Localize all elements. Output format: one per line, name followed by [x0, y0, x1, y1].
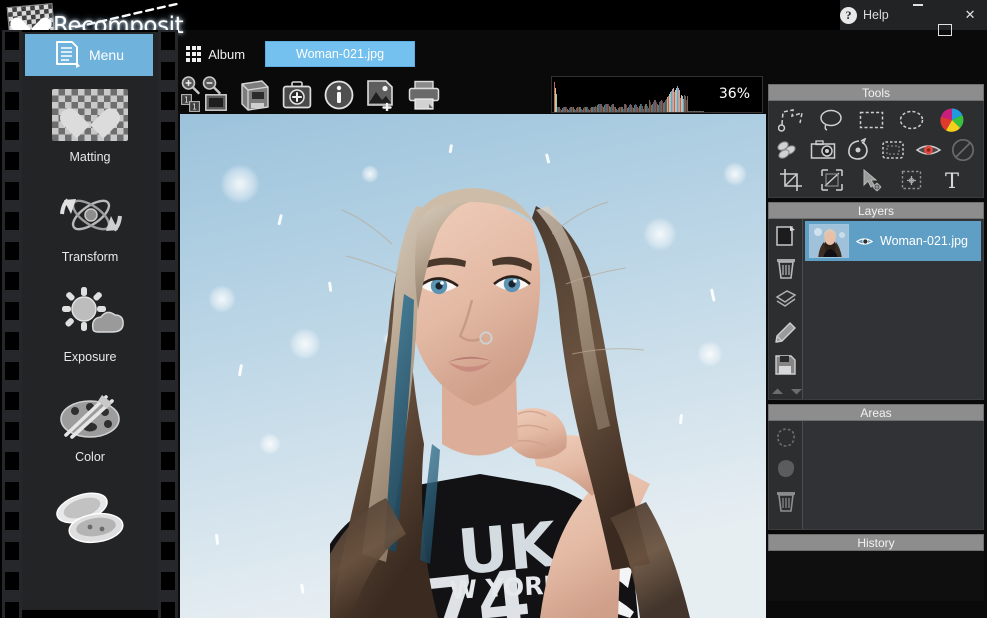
layer-name: Woman-021.jpg — [880, 234, 969, 248]
areas-list[interactable] — [802, 421, 983, 529]
sidebar-item-label: Transform — [61, 250, 119, 264]
delete-area-icon[interactable] — [775, 489, 797, 513]
red-eye-tool[interactable] — [912, 137, 944, 163]
history-panel[interactable] — [768, 551, 984, 601]
text-tool[interactable]: T — [933, 167, 970, 193]
sidebar-item-transform[interactable]: Transform — [22, 182, 158, 282]
duplicate-layer-icon[interactable] — [772, 287, 800, 313]
rotate-arrows-icon — [53, 182, 127, 248]
album-button[interactable]: Album — [180, 43, 251, 64]
image-canvas[interactable]: 74 UK W YORK — [180, 114, 766, 618]
area-filled-icon[interactable] — [774, 458, 798, 480]
sidebar-item-color[interactable]: Color — [22, 382, 158, 482]
window-controls: ? Help ✕ — [839, 0, 987, 36]
left-sidebar: Menu Matting Transform Exposure Color — [0, 30, 178, 618]
tab-active-file[interactable]: Woman-021.jpg — [265, 41, 416, 67]
tools-row — [773, 107, 979, 133]
layers-panel: Woman-021.jpg — [768, 219, 984, 400]
clone-stamp-tool[interactable] — [773, 137, 805, 163]
first-aid-kit-icon[interactable] — [282, 80, 312, 110]
sidebar-item-retouch[interactable] — [22, 482, 158, 552]
menu-label: Menu — [88, 47, 125, 63]
ellipse-select-tool[interactable] — [893, 107, 930, 133]
new-layer-icon[interactable] — [772, 223, 800, 249]
title-bar: Recomposit ? Help ✕ — [0, 0, 987, 41]
layers-list[interactable]: Woman-021.jpg — [802, 219, 983, 399]
sidebar-panel: Menu Matting Transform Exposure Color — [22, 32, 158, 610]
sidebar-item-label: Color — [75, 450, 105, 464]
actual-size-icon-secondary[interactable]: 1 — [189, 101, 200, 112]
right-panel-column: Tools T Layers Woman-021.jpg Areas Histo… — [768, 84, 984, 618]
sidebar-item-matting[interactable]: Matting — [22, 82, 158, 182]
makeup-compact-icon — [48, 482, 132, 548]
sidebar-item-label: Exposure — [63, 350, 117, 364]
palette-brushes-icon — [50, 382, 130, 448]
sidebar-item-label: Matting — [69, 150, 111, 164]
help-label: Help — [862, 8, 889, 22]
rectangle-select-tool[interactable] — [853, 107, 890, 133]
area-outline-icon[interactable] — [774, 427, 798, 449]
disabled-tool[interactable] — [947, 137, 979, 163]
areas-toolbar — [769, 421, 802, 529]
help-button[interactable]: ? Help — [839, 6, 889, 24]
delete-layer-icon[interactable] — [772, 255, 800, 281]
eye-icon[interactable] — [856, 236, 873, 247]
areas-panel — [768, 421, 984, 530]
info-icon[interactable] — [324, 80, 354, 110]
tools-row — [773, 137, 979, 163]
list-item[interactable]: Woman-021.jpg — [805, 221, 981, 261]
magic-wand-tool[interactable] — [843, 137, 875, 163]
freehand-lasso-tool[interactable] — [813, 107, 850, 133]
move-layer-up-icon[interactable] — [771, 387, 784, 396]
move-tool[interactable] — [853, 167, 890, 193]
tools-panel-title: Tools — [768, 84, 984, 101]
magnetic-select-tool[interactable] — [877, 137, 909, 163]
filmstrip-right-decoration — [158, 30, 178, 618]
close-button[interactable]: ✕ — [963, 0, 977, 30]
fit-to-window-icon[interactable] — [205, 94, 227, 111]
layer-order-controls — [771, 387, 803, 396]
histogram-panel[interactable]: 36% — [551, 76, 763, 113]
color-wheel-tool[interactable] — [933, 107, 970, 133]
zoom-in-icon[interactable] — [180, 75, 200, 95]
history-panel-title: History — [768, 534, 984, 551]
histogram-display — [554, 78, 704, 112]
menu-button[interactable]: Menu — [25, 34, 153, 76]
sun-cloud-icon — [53, 282, 127, 348]
sidebar-item-exposure[interactable]: Exposure — [22, 282, 158, 382]
zoom-level-label: 36% — [718, 86, 750, 102]
heart-checkerboard-icon — [52, 82, 128, 148]
free-transform-tool[interactable] — [813, 167, 850, 193]
tools-row: T — [773, 167, 979, 193]
zoom-controls-group: 1 1 — [180, 75, 228, 115]
photo-content: 74 UK W YORK — [180, 114, 766, 618]
tools-panel: T — [768, 101, 984, 198]
save-floppy-icon[interactable] — [240, 79, 270, 111]
question-mark-icon: ? — [839, 6, 857, 24]
grid-icon — [186, 46, 202, 62]
edit-layer-icon[interactable] — [772, 319, 800, 345]
areas-panel-title: Areas — [768, 404, 984, 421]
svg-text:1: 1 — [192, 102, 197, 111]
layer-thumbnail — [809, 224, 849, 258]
polygon-lasso-tool[interactable] — [773, 107, 810, 133]
filmstrip-left-decoration — [2, 30, 22, 618]
main-toolbar: 1 1 — [180, 74, 440, 116]
application-window: Recomposit ? Help ✕ Album Woman-021.jpg — [0, 0, 987, 618]
layers-toolbar — [769, 219, 802, 399]
move-layer-down-icon[interactable] — [790, 387, 803, 396]
zoom-out-icon[interactable] — [201, 75, 221, 95]
print-icon[interactable] — [408, 80, 440, 110]
camera-tool[interactable] — [808, 137, 840, 163]
tab-bar: Album Woman-021.jpg — [180, 40, 416, 68]
album-label: Album — [208, 46, 246, 62]
layers-panel-title: Layers — [768, 202, 984, 219]
move-selection-tool[interactable] — [893, 167, 930, 193]
crop-tool[interactable] — [773, 167, 810, 193]
save-layer-icon[interactable] — [772, 351, 800, 377]
document-lines-icon — [56, 41, 80, 68]
add-image-icon[interactable] — [366, 79, 396, 111]
svg-text:T: T — [944, 169, 958, 192]
